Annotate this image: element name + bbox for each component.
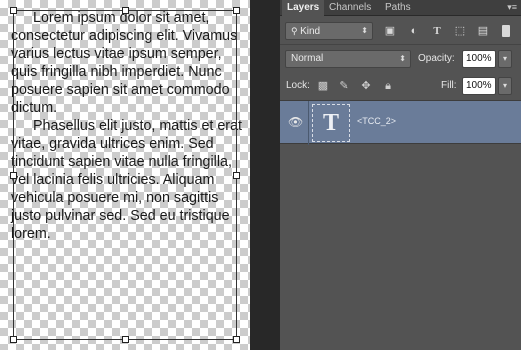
lock-position-icon[interactable]: ✥ [360,80,372,92]
transform-handle-top-right[interactable] [233,7,240,14]
transform-handle-bottom-right[interactable] [233,336,240,343]
filter-toggle-icon[interactable] [502,25,510,37]
layer-row-selected[interactable]: 👁︎ T <TCC_2> [280,100,521,145]
layer-filter-kind-select[interactable]: ⚲ Kind ⬍ [285,22,373,40]
opacity-dropdown-button[interactable]: ▾ [498,50,512,68]
divider [280,44,521,45]
tab-paths[interactable]: Paths [380,0,416,16]
select-arrows-icon: ⬍ [361,26,368,35]
panel-tab-bar: Layers Channels Paths ▾≡ [280,0,521,17]
panel-menu-icon[interactable]: ▾≡ [507,2,517,13]
adjustment-filter-icon[interactable]: ◐ [407,25,421,37]
select-arrows-icon: ⬍ [399,54,406,63]
transform-handle-bottom-left[interactable] [10,336,17,343]
transform-handle-top-center[interactable] [122,7,129,14]
fill-input[interactable]: 100% [462,77,496,95]
tab-layers[interactable]: Layers [282,0,325,17]
layers-list-empty-area[interactable] [280,145,521,350]
lock-image-pixels-icon[interactable]: ✎ [338,80,350,92]
layer-name[interactable]: <TCC_2> [357,116,396,126]
fill-label: Fill: [441,80,457,91]
blend-mode-value: Normal [291,53,324,64]
text-layer-thumbnail[interactable]: T [312,104,350,142]
filter-kind-label: Kind [300,26,321,37]
lock-transparent-pixels-icon[interactable]: ▩ [317,80,329,92]
visibility-column-divider [308,101,309,145]
fill-dropdown-button[interactable]: ▾ [498,77,512,95]
tab-channels[interactable]: Channels [324,0,376,16]
document-canvas[interactable]: Lorem ipsum dolor sit amet, consectetur … [0,0,250,350]
smart-object-filter-icon[interactable]: ▤ [476,25,490,37]
eye-visibility-icon[interactable]: 👁︎ [288,115,303,129]
lock-all-icon[interactable]: 🔒︎ [382,80,394,92]
lock-label: Lock: [286,80,310,91]
transform-handle-middle-right[interactable] [233,172,240,179]
text-bounding-box[interactable] [13,10,237,340]
transform-handle-middle-left[interactable] [10,172,17,179]
shape-filter-icon[interactable]: ⬚ [453,25,467,37]
transform-handle-top-left[interactable] [10,7,17,14]
type-layer-icon: T [322,110,339,136]
image-filter-icon[interactable]: ▣ [383,25,397,37]
search-icon: ⚲ [291,26,301,36]
blend-mode-select[interactable]: Normal ⬍ [285,50,411,68]
opacity-label: Opacity: [418,53,455,64]
transform-handle-bottom-center[interactable] [122,336,129,343]
opacity-input[interactable]: 100% [462,50,496,68]
workspace-gutter [250,0,280,350]
layers-panel: Layers Channels Paths ▾≡ ⚲ Kind ⬍ ▣ ◐ T … [280,0,521,350]
type-filter-icon[interactable]: T [430,25,444,37]
